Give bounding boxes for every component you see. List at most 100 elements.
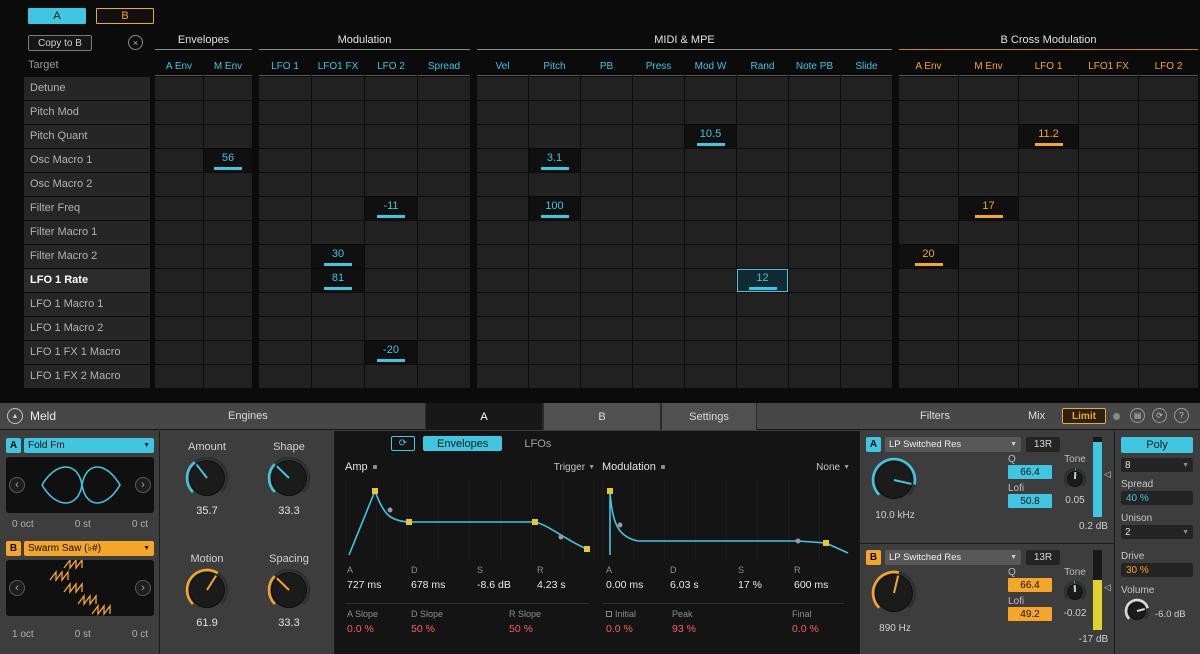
matrix-cell[interactable] — [259, 221, 311, 244]
matrix-cell[interactable] — [1019, 317, 1078, 340]
filter-a-freq-value[interactable]: 10.0 kHz — [860, 510, 930, 521]
matrix-cell[interactable] — [841, 101, 892, 124]
matrix-cell[interactable] — [737, 341, 788, 364]
matrix-cell[interactable] — [633, 101, 684, 124]
matrix-cell[interactable] — [1139, 173, 1198, 196]
matrix-cell[interactable] — [259, 365, 311, 388]
matrix-source-header[interactable]: M Env — [204, 61, 252, 76]
matrix-cell[interactable] — [959, 173, 1018, 196]
matrix-cell[interactable] — [633, 293, 684, 316]
matrix-cell[interactable] — [155, 101, 203, 124]
matrix-cell[interactable] — [1019, 77, 1078, 100]
matrix-cell[interactable] — [477, 101, 528, 124]
matrix-row-label[interactable]: LFO 1 Rate — [24, 269, 150, 292]
matrix-source-header[interactable]: LFO 1 — [1019, 61, 1078, 76]
a-param[interactable]: A727 ms — [347, 565, 381, 591]
spacing-value[interactable]: 33.3 — [278, 617, 299, 629]
initial-checkbox[interactable] — [606, 611, 612, 617]
matrix-cell[interactable] — [477, 197, 528, 220]
matrix-cell[interactable]: -20 — [365, 341, 417, 364]
matrix-cell[interactable] — [365, 77, 417, 100]
matrix-cell[interactable] — [1079, 125, 1138, 148]
matrix-cell[interactable] — [737, 245, 788, 268]
matrix-cell[interactable] — [1139, 245, 1198, 268]
matrix-cell[interactable] — [155, 341, 203, 364]
matrix-cell[interactable] — [259, 173, 311, 196]
matrix-row-label[interactable]: LFO 1 Macro 2 — [24, 317, 150, 340]
matrix-cell[interactable] — [633, 149, 684, 172]
filter-b-freq-value[interactable]: 890 Hz — [860, 623, 930, 634]
filter-a-tone-knob[interactable] — [1062, 466, 1088, 492]
matrix-cell[interactable] — [204, 245, 252, 268]
matrix-cell[interactable] — [1079, 317, 1138, 340]
matrix-cell[interactable] — [633, 221, 684, 244]
matrix-cell[interactable] — [581, 221, 632, 244]
d-param[interactable]: D678 ms — [411, 565, 445, 591]
matrix-cell[interactable] — [737, 125, 788, 148]
limit-button[interactable]: Limit — [1062, 408, 1106, 424]
engine-a-oct-value[interactable]: 0 oct — [12, 519, 34, 530]
matrix-cell[interactable] — [365, 173, 417, 196]
matrix-cell[interactable] — [365, 101, 417, 124]
matrix-cell[interactable] — [789, 317, 840, 340]
engine-a-cent-value[interactable]: 0 ct — [132, 519, 148, 530]
amp-envelope-graph[interactable] — [345, 479, 595, 561]
matrix-cell[interactable] — [1019, 221, 1078, 244]
matrix-cell[interactable] — [1019, 101, 1078, 124]
r-param[interactable]: R600 ms — [794, 565, 828, 591]
amount-value[interactable]: 35.7 — [196, 505, 217, 517]
matrix-cell[interactable] — [841, 245, 892, 268]
matrix-cell[interactable] — [1019, 197, 1078, 220]
filter-a-lofi-value[interactable]: 50.8 — [1008, 494, 1052, 508]
mod-envelope-graph[interactable] — [602, 479, 850, 561]
a-param[interactable]: A0.00 ms — [606, 565, 643, 591]
matrix-cell[interactable] — [529, 77, 580, 100]
matrix-cell[interactable] — [365, 125, 417, 148]
matrix-cell[interactable] — [685, 173, 736, 196]
matrix-cell[interactable] — [959, 221, 1018, 244]
matrix-cell[interactable] — [581, 101, 632, 124]
filter-a-slope-select[interactable]: 13R — [1026, 437, 1060, 452]
matrix-cell[interactable] — [789, 77, 840, 100]
matrix-cell[interactable] — [155, 293, 203, 316]
matrix-cell[interactable] — [155, 221, 203, 244]
matrix-cell[interactable] — [959, 149, 1018, 172]
env-loop-toggle[interactable]: ⟳ — [391, 436, 415, 451]
s-param[interactable]: S-8.6 dB — [477, 565, 511, 591]
matrix-source-header[interactable]: Pitch — [529, 61, 580, 76]
initial-param[interactable]: Initial0.0 % — [606, 609, 636, 635]
matrix-cell[interactable] — [477, 365, 528, 388]
matrix-cell[interactable] — [259, 125, 311, 148]
d-param[interactable]: D6.03 s — [670, 565, 699, 591]
matrix-cell[interactable] — [1079, 149, 1138, 172]
matrix-cell[interactable] — [155, 365, 203, 388]
matrix-cell[interactable] — [633, 341, 684, 364]
matrix-row-label[interactable]: LFO 1 FX 1 Macro — [24, 341, 150, 364]
shape-knob[interactable] — [266, 455, 312, 501]
tab-envelopes[interactable]: Envelopes — [423, 436, 502, 451]
matrix-cell[interactable] — [899, 341, 958, 364]
matrix-cell[interactable] — [789, 293, 840, 316]
matrix-cell[interactable] — [418, 245, 470, 268]
r-slope-param[interactable]: R Slope50 % — [509, 609, 541, 635]
matrix-cell[interactable] — [529, 221, 580, 244]
filter-b-q-value[interactable]: 66.4 — [1008, 578, 1052, 592]
matrix-cell[interactable] — [259, 245, 311, 268]
matrix-source-header[interactable]: PB — [581, 61, 632, 76]
matrix-cell[interactable] — [789, 341, 840, 364]
tab-settings[interactable]: Settings — [661, 403, 757, 430]
matrix-cell[interactable] — [959, 293, 1018, 316]
matrix-cell[interactable] — [685, 269, 736, 292]
matrix-cell[interactable] — [1139, 317, 1198, 340]
engine-b-semitone-value[interactable]: 0 st — [75, 629, 91, 640]
matrix-cell[interactable] — [899, 269, 958, 292]
matrix-cell[interactable] — [477, 269, 528, 292]
filter-a-tone-value[interactable]: 0.05 — [1056, 495, 1094, 506]
s-param[interactable]: S17 % — [738, 565, 762, 591]
engine-a-next-button[interactable]: › — [135, 477, 151, 493]
peak-param[interactable]: Peak93 % — [672, 609, 696, 635]
matrix-cell[interactable] — [312, 125, 364, 148]
matrix-cell[interactable] — [633, 125, 684, 148]
matrix-cell[interactable] — [155, 269, 203, 292]
matrix-source-header[interactable]: Vel — [477, 61, 528, 76]
